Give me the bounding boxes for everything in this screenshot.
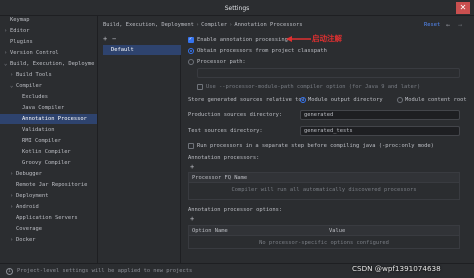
module-output-dir-label[interactable]: Module output directory <box>308 97 383 103</box>
red-arrow-icon <box>286 36 311 42</box>
processor-path-label[interactable]: Processor path: <box>197 59 246 65</box>
watermark: CSDN @wpf1391074638 <box>352 264 441 273</box>
sidebar-item[interactable]: Validation <box>0 125 97 135</box>
sidebar-item-label: Keymap <box>10 17 30 23</box>
sidebar-item-label: Build Tools <box>16 72 52 78</box>
sidebar-item-label: Build, Execution, Deployme <box>10 61 95 67</box>
sidebar-item[interactable]: Annotation Processor <box>0 114 97 124</box>
production-sources-input[interactable]: generated <box>300 110 460 120</box>
processor-options-label: Annotation processor options: <box>188 207 283 213</box>
sidebar-item[interactable]: Plugins <box>0 37 97 47</box>
sidebar-item-label: Android <box>16 204 39 210</box>
processor-path-radio[interactable] <box>188 59 194 65</box>
settings-sidebar: Keymap › Editor Plugins › Version Control ⌄ Bui… <box>0 16 98 263</box>
breadcrumb: Build, Execution, Deployment › Compiler › An… <box>103 22 303 28</box>
sidebar-item[interactable]: › Debugger <box>0 169 97 179</box>
module-content-root-radio[interactable] <box>397 97 403 103</box>
sidebar-item[interactable]: › Build Tools <box>0 70 97 80</box>
test-sources-input[interactable]: generated_tests <box>300 126 460 136</box>
sidebar-item-label: Deployment <box>16 193 49 199</box>
sidebar-item[interactable]: Coverage <box>0 224 97 234</box>
module-output-dir-radio[interactable] <box>300 97 306 103</box>
add-processor-icon[interactable]: + <box>190 163 194 171</box>
sidebar-item-label: Docker <box>16 237 36 243</box>
sidebar-item-label: Java Compiler <box>22 105 65 111</box>
sidebar-item-label: Annotation Processor <box>22 116 87 122</box>
sidebar-item[interactable]: Kotlin Compiler <box>0 147 97 157</box>
sidebar-item-label: Debugger <box>16 171 42 177</box>
processors-table-header: Processor FQ Name <box>189 173 459 183</box>
processors-table: Processor FQ Name Compiler will run all … <box>188 172 460 200</box>
options-empty-text: No processor-specific options configured <box>259 240 389 246</box>
add-option-icon[interactable]: + <box>190 215 194 223</box>
options-table: Option Name Value No processor-specific … <box>188 225 460 249</box>
sidebar-item[interactable]: ⌄ Build, Execution, Deployme <box>0 59 97 69</box>
sidebar-item[interactable]: Keymap <box>0 16 97 25</box>
close-icon[interactable]: ✕ <box>456 2 470 14</box>
sidebar-item[interactable]: › Docker <box>0 235 97 245</box>
breadcrumb-compiler[interactable]: Compiler <box>201 22 227 28</box>
sidebar-item-label: Kotlin Compiler <box>22 149 71 155</box>
remove-profile-icon[interactable]: − <box>112 35 121 43</box>
sidebar-item[interactable]: › Deployment <box>0 191 97 201</box>
sidebar-item[interactable]: Groovy Compiler <box>0 158 97 168</box>
processors-empty-text: Compiler will run all automatically disc… <box>231 187 417 193</box>
store-sources-label: Store generated sources relative to: <box>188 97 305 103</box>
window-title: Settings <box>224 5 250 12</box>
option-name-header[interactable]: Option Name <box>192 228 228 234</box>
breadcrumb-build[interactable]: Build, Execution, Deployment <box>103 22 194 28</box>
processor-fq-name-header[interactable]: Processor FQ Name <box>192 175 247 181</box>
sidebar-item[interactable]: Application Servers <box>0 213 97 223</box>
forward-arrow-icon[interactable]: → <box>458 21 462 29</box>
sidebar-item-label: RMI Compiler <box>22 138 61 144</box>
back-arrow-icon[interactable]: ← <box>446 21 450 29</box>
sidebar-item-label: Compiler <box>16 83 42 89</box>
sidebar-item-label: Application Servers <box>16 215 78 221</box>
processor-path-field[interactable] <box>197 68 460 78</box>
sidebar-item[interactable]: › Version Control <box>0 48 97 58</box>
footer-message: Project-level settings will be applied t… <box>17 268 193 274</box>
module-content-root-label[interactable]: Module content root <box>405 97 467 103</box>
breadcrumb-separator: › <box>229 22 233 28</box>
run-separate-step-checkbox[interactable] <box>188 143 194 149</box>
reset-link[interactable]: Reset <box>424 22 440 28</box>
enable-annotation-processing-checkbox[interactable] <box>188 36 194 43</box>
sidebar-item[interactable]: RMI Compiler <box>0 136 97 146</box>
sidebar-item-label: Remote Jar Repositorie <box>16 182 88 188</box>
obtain-from-classpath-radio[interactable] <box>188 48 194 54</box>
sidebar-item[interactable]: Java Compiler <box>0 103 97 113</box>
sidebar-item-label: Editor <box>10 28 30 34</box>
module-path-label[interactable]: Use --processor-module-path compiler opt… <box>206 84 420 90</box>
sidebar-item[interactable]: Remote Jar Repositorie <box>0 180 97 190</box>
breadcrumb-annotation-processors: Annotation Processors <box>234 22 303 28</box>
sidebar-item-label: Version Control <box>10 50 59 56</box>
sidebar-item[interactable]: › Editor <box>0 26 97 36</box>
info-icon: i <box>6 268 13 275</box>
test-sources-label: Test sources directory: <box>188 128 263 134</box>
title-bar: Settings ✕ <box>0 0 474 16</box>
sidebar-item-label: Groovy Compiler <box>22 160 71 166</box>
value-header[interactable]: Value <box>329 228 345 234</box>
annotation-processors-label: Annotation processors: <box>188 155 260 161</box>
profile-item-default[interactable]: Default <box>103 45 181 55</box>
sidebar-item[interactable]: ⌄ Compiler <box>0 81 97 91</box>
enable-annotation-processing-label[interactable]: Enable annotation processing <box>197 37 288 43</box>
obtain-from-classpath-label[interactable]: Obtain processors from project classpath <box>197 48 327 54</box>
sidebar-item-label: Excludes <box>22 94 48 100</box>
options-table-header: Option Name Value <box>189 226 459 236</box>
profile-toolbar: + − <box>103 35 181 45</box>
sidebar-item-label: Plugins <box>10 39 33 45</box>
run-separate-step-label[interactable]: Run processors in a separate step before… <box>197 143 434 149</box>
sidebar-item[interactable]: Excludes <box>0 92 97 102</box>
breadcrumb-separator: › <box>195 22 200 28</box>
profile-list: Default <box>103 45 181 263</box>
sidebar-item-label: Coverage <box>16 226 42 232</box>
module-path-checkbox[interactable] <box>197 84 203 90</box>
sidebar-item[interactable]: › Android <box>0 202 97 212</box>
sidebar-item-label: Validation <box>22 127 55 133</box>
production-sources-label: Production sources directory: <box>188 112 283 118</box>
add-profile-icon[interactable]: + <box>103 35 112 43</box>
annotation-note: 启动注解 <box>312 34 342 43</box>
